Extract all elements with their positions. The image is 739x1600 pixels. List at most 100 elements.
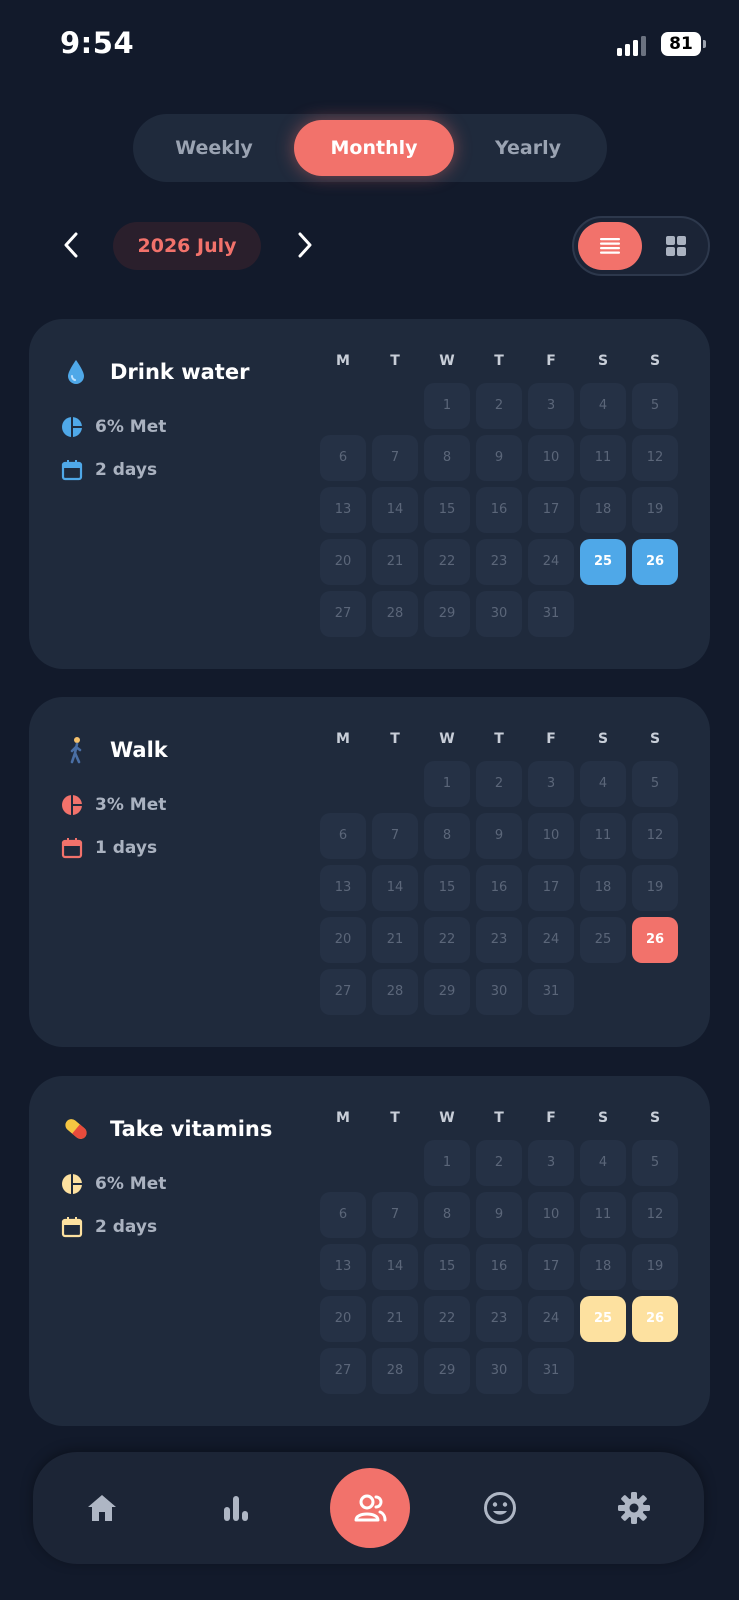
calendar-day[interactable]: 29 xyxy=(424,591,470,637)
calendar-day[interactable]: 24 xyxy=(528,1296,574,1342)
month-label[interactable]: 2026 July xyxy=(113,222,261,270)
chevron-left-icon[interactable] xyxy=(60,230,84,260)
calendar-day[interactable]: 5 xyxy=(632,383,678,429)
calendar-day[interactable]: 5 xyxy=(632,761,678,807)
calendar-day[interactable]: 22 xyxy=(424,1296,470,1342)
calendar-day[interactable]: 28 xyxy=(372,969,418,1015)
calendar-day[interactable]: 6 xyxy=(320,1192,366,1238)
calendar-day[interactable]: 16 xyxy=(476,1244,522,1290)
habit-card[interactable]: Take vitamins 6% Met 2 days MTWTFSS12345… xyxy=(29,1076,710,1426)
calendar-day[interactable]: 13 xyxy=(320,487,366,533)
tab-yearly[interactable]: Yearly xyxy=(453,120,603,176)
habit-card[interactable]: Walk 3% Met 1 days M T W T F S S 1 2 3 4 5 6 7 8 9 10 11 1… xyxy=(29,697,710,1047)
calendar-day[interactable]: 12 xyxy=(632,813,678,859)
calendar-day[interactable]: 19 xyxy=(632,1244,678,1290)
calendar-day[interactable]: 1 xyxy=(424,383,470,429)
calendar-day[interactable]: 17 xyxy=(528,487,574,533)
calendar-day[interactable]: 30 xyxy=(476,591,522,637)
calendar-day[interactable]: 9 xyxy=(476,813,522,859)
calendar-day[interactable]: 23 xyxy=(476,917,522,963)
calendar-day[interactable]: 21 xyxy=(372,917,418,963)
calendar-day[interactable]: 15 xyxy=(424,865,470,911)
calendar-day[interactable]: 3 xyxy=(528,1140,574,1186)
calendar-day[interactable]: 9 xyxy=(476,1192,522,1238)
calendar-day[interactable]: 18 xyxy=(580,1244,626,1290)
calendar-day[interactable]: 28 xyxy=(372,1348,418,1394)
calendar-day[interactable]: 18 xyxy=(580,487,626,533)
calendar-day[interactable]: 14 xyxy=(372,1244,418,1290)
calendar-day[interactable]: 25 xyxy=(580,917,626,963)
calendar-day[interactable]: 31 xyxy=(528,1348,574,1394)
calendar-day[interactable]: 8 xyxy=(424,435,470,481)
calendar-day[interactable]: 2 xyxy=(476,761,522,807)
calendar-day[interactable]: 27 xyxy=(320,969,366,1015)
calendar-day-completed[interactable]: 26 xyxy=(632,917,678,963)
calendar-day[interactable]: 31 xyxy=(528,969,574,1015)
calendar-day[interactable]: 14 xyxy=(372,865,418,911)
calendar-day[interactable]: 13 xyxy=(320,1244,366,1290)
calendar-day[interactable]: 6 xyxy=(320,435,366,481)
calendar-day[interactable]: 3 xyxy=(528,383,574,429)
calendar-day[interactable]: 14 xyxy=(372,487,418,533)
calendar-day[interactable]: 10 xyxy=(528,435,574,481)
calendar-day[interactable]: 8 xyxy=(424,813,470,859)
calendar-day-completed[interactable]: 25 xyxy=(580,539,626,585)
calendar-day[interactable]: 4 xyxy=(580,761,626,807)
calendar-day[interactable]: 7 xyxy=(372,435,418,481)
smiley-icon[interactable] xyxy=(478,1486,522,1530)
grid-view-button[interactable] xyxy=(650,222,702,270)
calendar-day-completed[interactable]: 25 xyxy=(580,1296,626,1342)
calendar-day[interactable]: 24 xyxy=(528,917,574,963)
calendar-day[interactable]: 23 xyxy=(476,539,522,585)
calendar-day[interactable]: 24 xyxy=(528,539,574,585)
calendar-day[interactable]: 27 xyxy=(320,591,366,637)
calendar-day[interactable]: 20 xyxy=(320,1296,366,1342)
calendar-day-completed[interactable]: 26 xyxy=(632,539,678,585)
bar-chart-icon[interactable] xyxy=(214,1486,258,1530)
calendar-day[interactable]: 20 xyxy=(320,539,366,585)
calendar-day[interactable]: 12 xyxy=(632,1192,678,1238)
calendar-day[interactable]: 13 xyxy=(320,865,366,911)
calendar-day[interactable]: 15 xyxy=(424,487,470,533)
calendar-day[interactable]: 8 xyxy=(424,1192,470,1238)
calendar-day[interactable]: 29 xyxy=(424,969,470,1015)
calendar-day[interactable]: 10 xyxy=(528,1192,574,1238)
calendar-day[interactable]: 1 xyxy=(424,761,470,807)
calendar-day[interactable]: 17 xyxy=(528,865,574,911)
calendar-day-completed[interactable]: 26 xyxy=(632,1296,678,1342)
calendar-day[interactable]: 15 xyxy=(424,1244,470,1290)
calendar-day[interactable]: 31 xyxy=(528,591,574,637)
calendar-day[interactable]: 19 xyxy=(632,865,678,911)
calendar-day[interactable]: 21 xyxy=(372,1296,418,1342)
calendar-day[interactable]: 1 xyxy=(424,1140,470,1186)
calendar-day[interactable]: 18 xyxy=(580,865,626,911)
calendar-day[interactable]: 19 xyxy=(632,487,678,533)
tab-monthly[interactable]: Monthly xyxy=(294,120,454,176)
calendar-day[interactable]: 22 xyxy=(424,539,470,585)
chevron-right-icon[interactable] xyxy=(292,230,316,260)
calendar-day[interactable]: 11 xyxy=(580,813,626,859)
calendar-day[interactable]: 11 xyxy=(580,1192,626,1238)
calendar-day[interactable]: 10 xyxy=(528,813,574,859)
calendar-day[interactable]: 4 xyxy=(580,383,626,429)
list-view-button[interactable] xyxy=(578,222,642,270)
calendar-day[interactable]: 12 xyxy=(632,435,678,481)
calendar-day[interactable]: 22 xyxy=(424,917,470,963)
calendar-day[interactable]: 3 xyxy=(528,761,574,807)
calendar-day[interactable]: 30 xyxy=(476,969,522,1015)
calendar-day[interactable]: 16 xyxy=(476,487,522,533)
calendar-day[interactable]: 29 xyxy=(424,1348,470,1394)
tab-weekly[interactable]: Weekly xyxy=(139,120,289,176)
calendar-day[interactable]: 2 xyxy=(476,1140,522,1186)
habit-card[interactable]: Drink water 6% Met 2 days MTWTFSS1234567… xyxy=(29,319,710,669)
calendar-day[interactable]: 7 xyxy=(372,813,418,859)
calendar-day[interactable]: 23 xyxy=(476,1296,522,1342)
calendar-day[interactable]: 11 xyxy=(580,435,626,481)
calendar-day[interactable]: 27 xyxy=(320,1348,366,1394)
home-icon[interactable] xyxy=(80,1486,124,1530)
calendar-day[interactable]: 21 xyxy=(372,539,418,585)
calendar-day[interactable]: 7 xyxy=(372,1192,418,1238)
calendar-day[interactable]: 17 xyxy=(528,1244,574,1290)
calendar-day[interactable]: 2 xyxy=(476,383,522,429)
calendar-day[interactable]: 5 xyxy=(632,1140,678,1186)
